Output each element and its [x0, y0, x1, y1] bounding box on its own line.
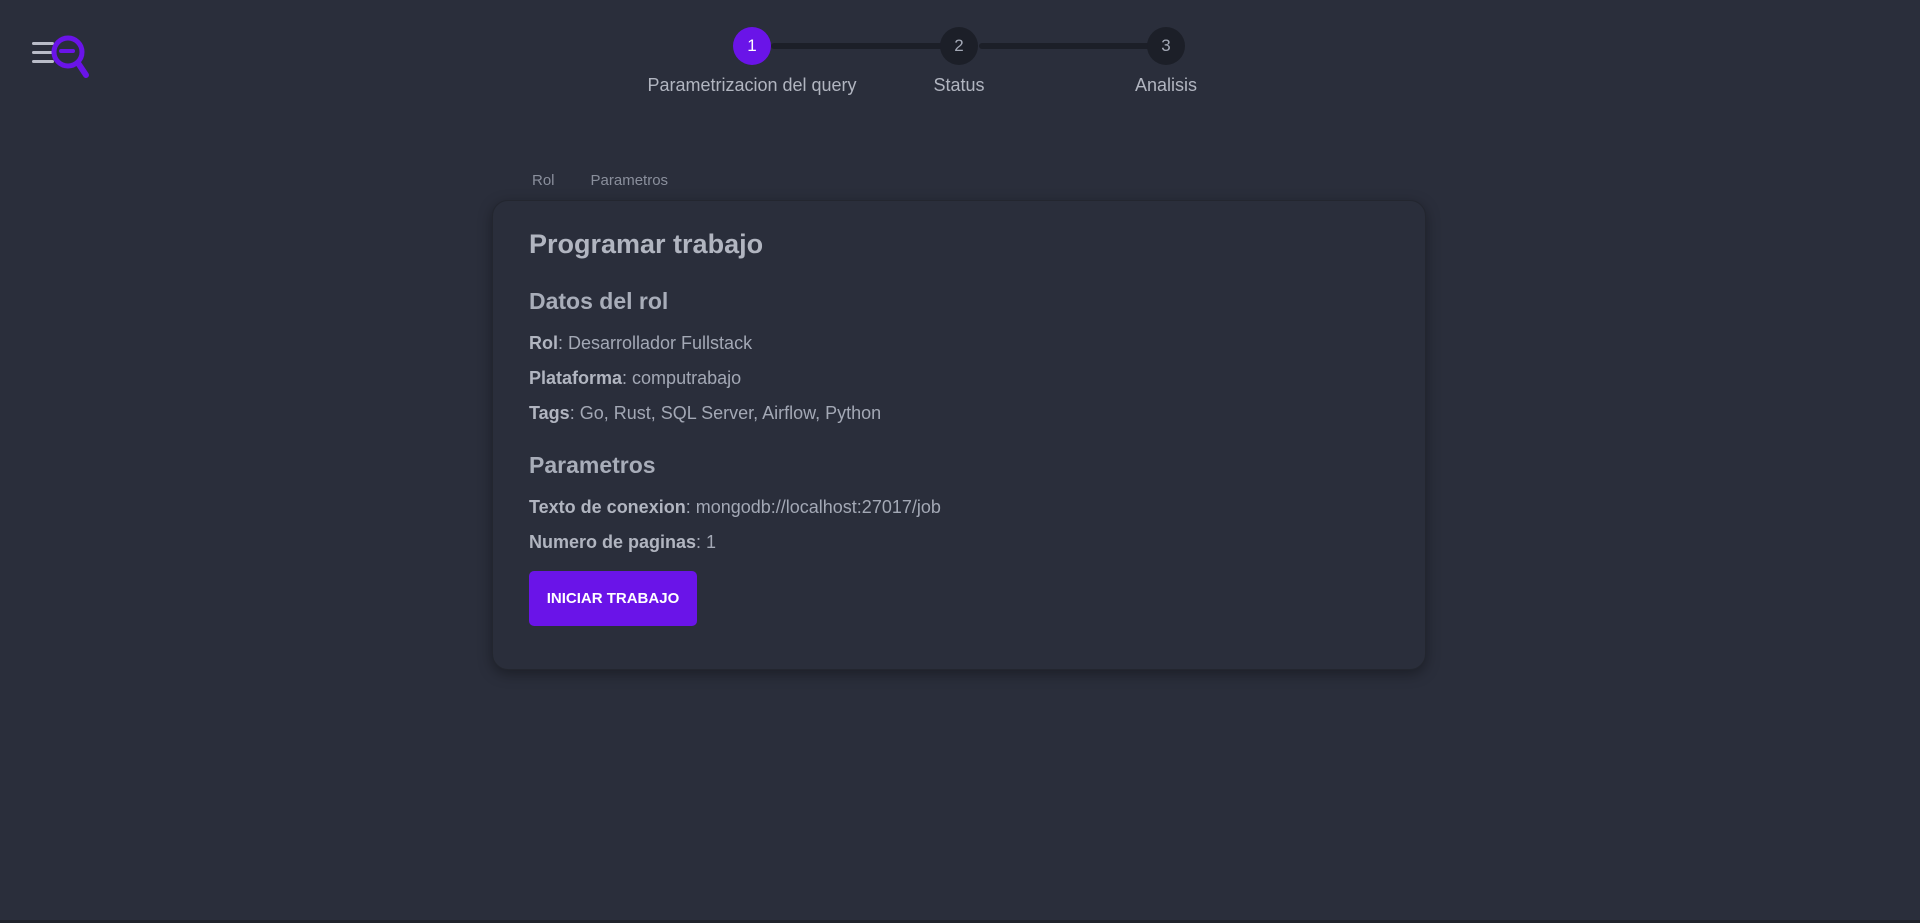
field-label: Texto de conexion	[529, 497, 686, 517]
step-status[interactable]: 2 Status	[839, 27, 1079, 96]
field-texto-conexion: Texto de conexion: mongodb://localhost:2…	[529, 497, 1389, 518]
field-value: : 1	[696, 532, 717, 552]
role-section-title: Datos del rol	[529, 288, 669, 314]
step-label: Analisis	[1134, 75, 1198, 95]
field-value: : computrabajo	[622, 368, 742, 388]
card-title: Programar trabajo	[529, 229, 764, 259]
tab-bar: Rol Parametros	[532, 172, 668, 189]
params-section-title: Parametros	[529, 452, 656, 478]
field-value: : Desarrollador Fullstack	[558, 333, 753, 353]
step-label: Status	[933, 75, 985, 95]
progress-stepper: 1 Parametrizacion del query 2 Status 3 A…	[0, 27, 1920, 107]
start-job-button[interactable]: INICIAR TRABAJO	[529, 571, 697, 626]
field-label: Rol	[529, 333, 558, 353]
step-analisis[interactable]: 3 Analisis	[1046, 27, 1286, 96]
step-number: 1	[733, 27, 771, 65]
field-tags: Tags: Go, Rust, SQL Server, Airflow, Pyt…	[529, 403, 1389, 424]
field-plataforma: Plataforma: computrabajo	[529, 368, 1389, 389]
step-parametrizacion[interactable]: 1 Parametrizacion del query	[632, 27, 872, 96]
step-number: 2	[940, 27, 978, 65]
field-rol: Rol: Desarrollador Fullstack	[529, 333, 1389, 354]
tab-parametros[interactable]: Parametros	[591, 172, 669, 189]
field-label: Tags	[529, 403, 570, 423]
field-value: : mongodb://localhost:27017/job	[685, 497, 941, 517]
step-label: Parametrizacion del query	[647, 75, 857, 95]
field-label: Numero de paginas	[529, 532, 697, 552]
tab-rol[interactable]: Rol	[532, 172, 555, 189]
field-numero-paginas: Numero de paginas: 1	[529, 532, 1389, 553]
job-card: Programar trabajo Datos del rol Rol: Des…	[492, 200, 1426, 670]
step-number: 3	[1147, 27, 1185, 65]
field-value: : Go, Rust, SQL Server, Airflow, Python	[569, 403, 882, 423]
field-label: Plataforma	[529, 368, 623, 388]
